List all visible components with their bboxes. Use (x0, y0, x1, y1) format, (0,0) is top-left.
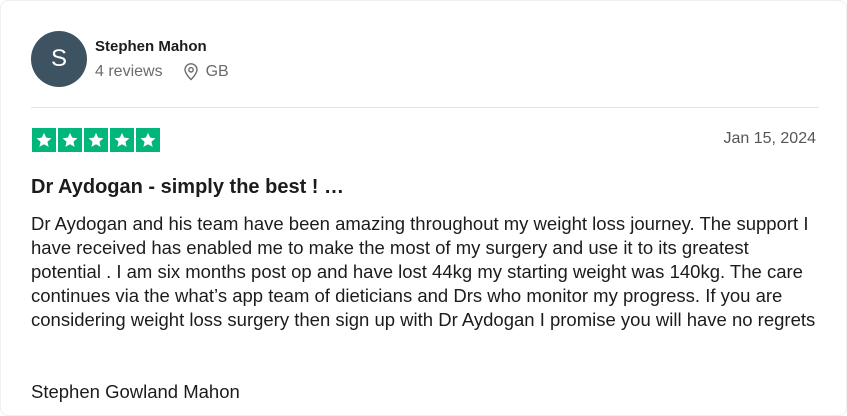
reviewer-meta: 4 reviews GB (95, 62, 229, 82)
star-icon (58, 128, 82, 152)
review-signoff: Stephen Gowland Mahon (31, 381, 240, 402)
review-body: Dr Aydogan and his team have been amazin… (31, 213, 816, 330)
avatar[interactable]: S (31, 31, 87, 87)
review-count: 4 reviews (95, 62, 163, 80)
review-card: S Stephen Mahon 4 reviews GB Jan 15, 202… (0, 0, 847, 416)
review-date: Jan 15, 2024 (723, 130, 816, 147)
reviewer-location: GB (183, 62, 229, 82)
star-icon (32, 128, 56, 152)
avatar-initial: S (50, 45, 67, 72)
country-code: GB (205, 62, 229, 80)
reviewer-header: S Stephen Mahon 4 reviews GB (31, 31, 229, 87)
reviewer-info: Stephen Mahon 4 reviews GB (95, 37, 229, 82)
star-icon (110, 128, 134, 152)
review-title[interactable]: Dr Aydogan - simply the best ! … (31, 176, 344, 199)
reviewer-name[interactable]: Stephen Mahon (95, 37, 229, 57)
star-icon (84, 128, 108, 152)
star-icon (136, 128, 160, 152)
divider (31, 107, 819, 108)
star-rating (32, 128, 160, 152)
location-pin-icon (183, 62, 198, 80)
